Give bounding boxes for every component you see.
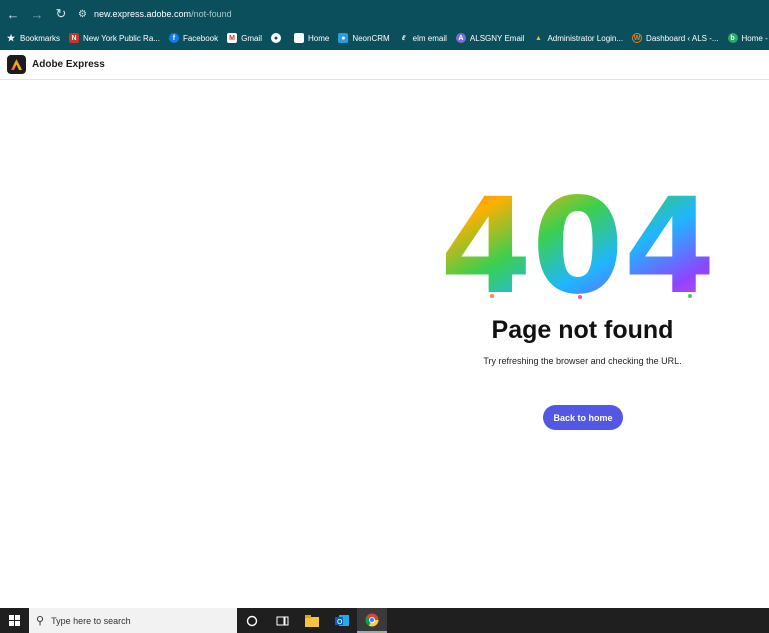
reload-icon[interactable]: ↻	[50, 3, 72, 25]
windows-taskbar: ⚲ Type here to search O	[0, 608, 769, 633]
elm-icon: ℓ	[401, 34, 406, 42]
site-info-icon[interactable]: ⚙	[78, 9, 94, 20]
bookmark-raisers-edge[interactable]: b Home - Raiser's Edg...	[727, 33, 769, 43]
facebook-icon: f	[168, 33, 179, 43]
back-arrow-icon[interactable]: ←	[2, 3, 24, 25]
bookmark-home[interactable]: Home	[293, 33, 330, 43]
cortana-icon[interactable]	[237, 608, 267, 633]
bookmark-facebook[interactable]: f Facebook	[168, 33, 219, 43]
digit-four-left: 404	[440, 180, 716, 300]
file-explorer-icon[interactable]	[297, 608, 327, 633]
bookmark-label: Gmail	[241, 33, 262, 43]
bookmarks-bar: ★ Bookmarks N New York Public Ra... f Fa…	[0, 29, 769, 47]
nypr-icon: N	[69, 33, 80, 43]
bookmark-label: Dashboard ‹ ALS -...	[646, 33, 719, 43]
windows-start-icon[interactable]	[0, 608, 29, 633]
address-row: ← → ↻ ⚙ new.express.adobe.com /not-found	[0, 0, 769, 28]
bookmark-label: Bookmarks	[20, 33, 61, 43]
bookmark-label: Home - Raiser's Edg...	[741, 33, 769, 43]
bookmark-bookmarks[interactable]: ★ Bookmarks	[6, 33, 60, 43]
globe-icon: ●	[270, 33, 281, 43]
address-bar[interactable]: ⚙ new.express.adobe.com /not-found	[72, 4, 766, 24]
search-placeholder: Type here to search	[51, 615, 131, 626]
bookmark-label: ALSGNY Email	[469, 33, 525, 43]
page-title: Page not found	[491, 316, 674, 344]
bookmark-admin-login[interactable]: ▲ Administrator Login...	[533, 33, 623, 43]
bookmark-globe[interactable]: ●	[270, 33, 285, 43]
chrome-icon[interactable]	[357, 608, 387, 633]
app-name: Adobe Express	[32, 59, 105, 70]
admin-icon: ▲	[534, 34, 542, 42]
star-icon: ★	[6, 32, 16, 43]
bookmark-label: Home	[307, 33, 330, 43]
app-header: Adobe Express	[0, 50, 769, 80]
gmail-icon: M	[227, 33, 238, 43]
forward-arrow-icon[interactable]: →	[26, 3, 48, 25]
raisers-edge-icon: b	[727, 33, 738, 43]
outlook-icon[interactable]: O	[327, 608, 357, 633]
url-host: new.express.adobe.com	[94, 9, 192, 19]
adobe-express-logo-icon[interactable]	[7, 55, 26, 74]
bookmark-label: Facebook	[182, 33, 219, 43]
browser-chrome: ← → ↻ ⚙ new.express.adobe.com /not-found…	[0, 0, 769, 50]
bookmark-label: NeonCRM	[352, 33, 390, 43]
bookmark-label: New York Public Ra...	[83, 33, 160, 43]
bookmark-label: elm email	[412, 33, 447, 43]
page-subtitle: Try refreshing the browser and checking …	[483, 356, 682, 366]
wordpress-icon: W	[632, 33, 643, 43]
neoncrm-icon: ●	[338, 33, 349, 43]
error-404-illustration: 404	[440, 170, 730, 324]
bookmark-neoncrm[interactable]: ● NeonCRM	[338, 33, 390, 43]
page-icon	[293, 33, 304, 43]
main-content: 404 Page not found Try refreshing the br…	[0, 80, 769, 608]
bookmark-nypr[interactable]: N New York Public Ra...	[69, 33, 160, 43]
bookmark-label: Administrator Login...	[547, 33, 624, 43]
alsgny-icon: A	[455, 33, 466, 43]
url-path: /not-found	[191, 9, 232, 19]
task-view-icon[interactable]	[267, 608, 297, 633]
back-to-home-button[interactable]: Back to home	[543, 405, 623, 430]
bookmark-dashboard[interactable]: W Dashboard ‹ ALS -...	[632, 33, 719, 43]
search-icon: ⚲	[36, 615, 45, 627]
bookmark-elm-email[interactable]: ℓ elm email	[399, 33, 447, 43]
taskbar-search-input[interactable]: ⚲ Type here to search	[29, 608, 237, 633]
bookmark-alsgny-email[interactable]: A ALSGNY Email	[455, 33, 525, 43]
bookmark-gmail[interactable]: M Gmail	[227, 33, 262, 43]
svg-text:O: O	[337, 618, 343, 626]
